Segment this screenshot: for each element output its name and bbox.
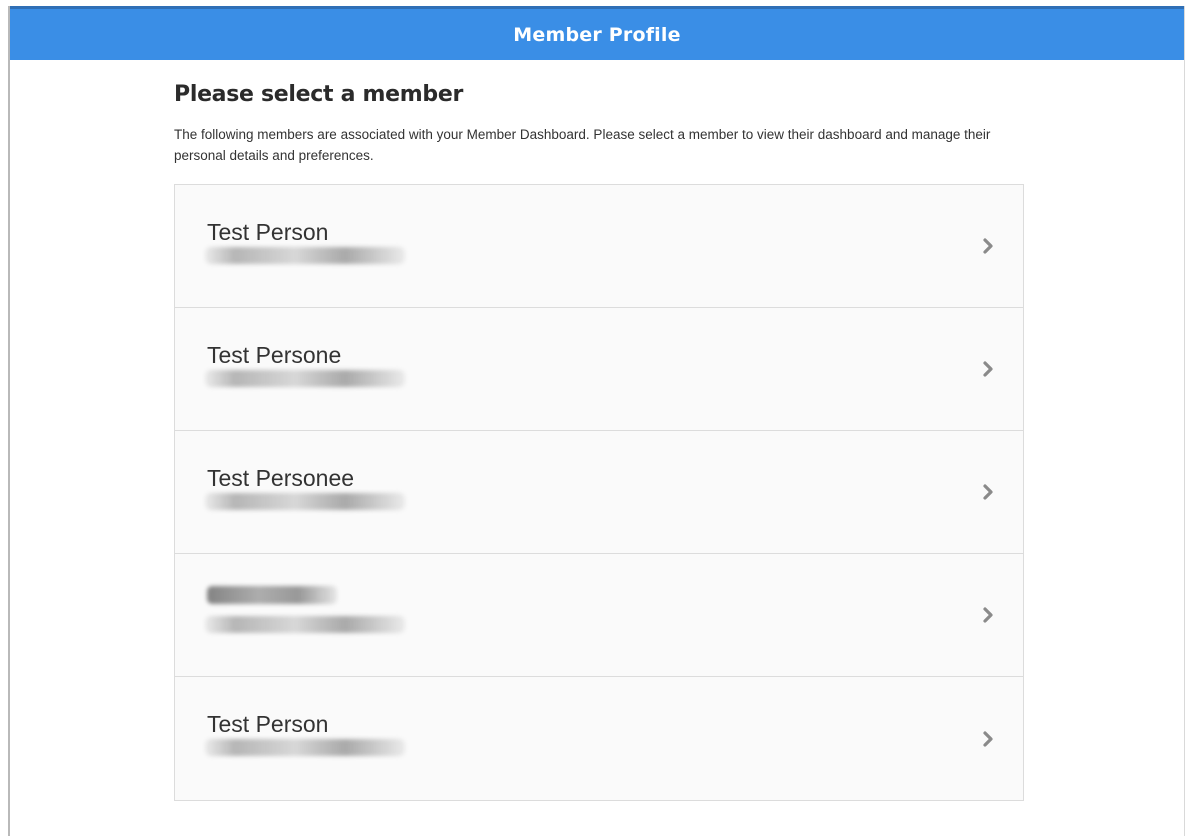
member-name: Test Person [207, 219, 329, 245]
app-window: Member Profile Please select a member Th… [8, 6, 1185, 836]
chevron-right-icon [983, 484, 993, 500]
chevron-right-icon [983, 607, 993, 623]
member-detail-redacted [205, 247, 405, 264]
member-list: Test Person Test Persone Test Personee T… [174, 184, 1024, 801]
page-title: Member Profile [513, 23, 681, 46]
main-content: Please select a member The following mem… [174, 82, 1024, 801]
member-name: Test Person [207, 711, 329, 737]
header-bar: Member Profile [10, 6, 1184, 60]
chevron-right-icon [983, 730, 993, 747]
intro-text: The following members are associated wit… [174, 127, 991, 163]
member-detail-redacted [205, 616, 405, 633]
member-row[interactable]: Test Person [175, 185, 1023, 308]
member-detail-redacted [205, 739, 405, 756]
member-row[interactable]: Test Personee [175, 431, 1023, 554]
member-detail-redacted [205, 493, 405, 510]
member-row[interactable]: Test Person [175, 677, 1023, 800]
chevron-right-icon [983, 238, 993, 254]
member-detail-redacted [205, 370, 405, 387]
member-name: Test Persone [207, 342, 342, 368]
member-name-redacted [207, 586, 337, 604]
chevron-right-icon [983, 361, 993, 377]
member-row[interactable]: Test Persone [175, 308, 1023, 431]
member-name: Test Personee [207, 465, 355, 491]
section-heading: Please select a member [174, 82, 463, 107]
member-row[interactable] [175, 554, 1023, 677]
